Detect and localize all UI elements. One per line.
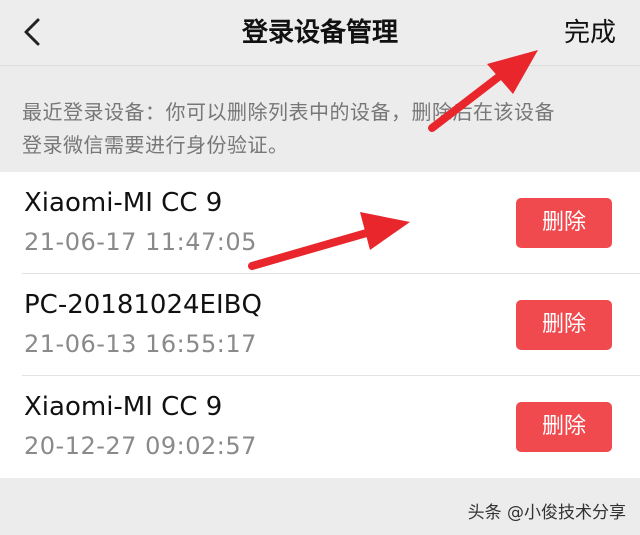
description-line-2: 登录微信需要进行身份验证。 bbox=[22, 133, 289, 157]
device-login-time: 21-06-13 16:55:17 bbox=[24, 330, 257, 358]
device-name: Xiaomi-MI CC 9 bbox=[24, 392, 223, 422]
nav-header: 登录设备管理 完成 bbox=[0, 0, 640, 66]
list-item: Xiaomi-MI CC 9 20-12-27 09:02:57 删除 bbox=[0, 376, 640, 478]
device-name: PC-20181024EIBQ bbox=[24, 290, 262, 320]
delete-button[interactable]: 删除 bbox=[516, 402, 612, 452]
description-line-1: 最近登录设备：你可以删除列表中的设备，删除后在该设备 bbox=[22, 100, 555, 124]
delete-button[interactable]: 删除 bbox=[516, 300, 612, 350]
device-login-time: 21-06-17 11:47:05 bbox=[24, 228, 257, 256]
chevron-left-icon bbox=[14, 12, 54, 52]
list-item: PC-20181024EIBQ 21-06-13 16:55:17 删除 bbox=[0, 274, 640, 376]
page-title: 登录设备管理 bbox=[241, 18, 398, 48]
description-text: 最近登录设备：你可以删除列表中的设备，删除后在该设备 登录微信需要进行身份验证。 bbox=[22, 96, 622, 162]
device-name: Xiaomi-MI CC 9 bbox=[24, 188, 223, 218]
delete-button[interactable]: 删除 bbox=[516, 198, 612, 248]
device-login-time: 20-12-27 09:02:57 bbox=[24, 432, 257, 460]
device-list: Xiaomi-MI CC 9 21-06-17 11:47:05 删除 PC-2… bbox=[0, 172, 640, 478]
back-button[interactable] bbox=[14, 12, 54, 52]
page: 登录设备管理 完成 最近登录设备：你可以删除列表中的设备，删除后在该设备 登录微… bbox=[0, 0, 640, 535]
watermark: 头条 @小俊技术分享 bbox=[467, 503, 626, 523]
done-button[interactable]: 完成 bbox=[564, 0, 616, 66]
list-item: Xiaomi-MI CC 9 21-06-17 11:47:05 删除 bbox=[0, 172, 640, 274]
